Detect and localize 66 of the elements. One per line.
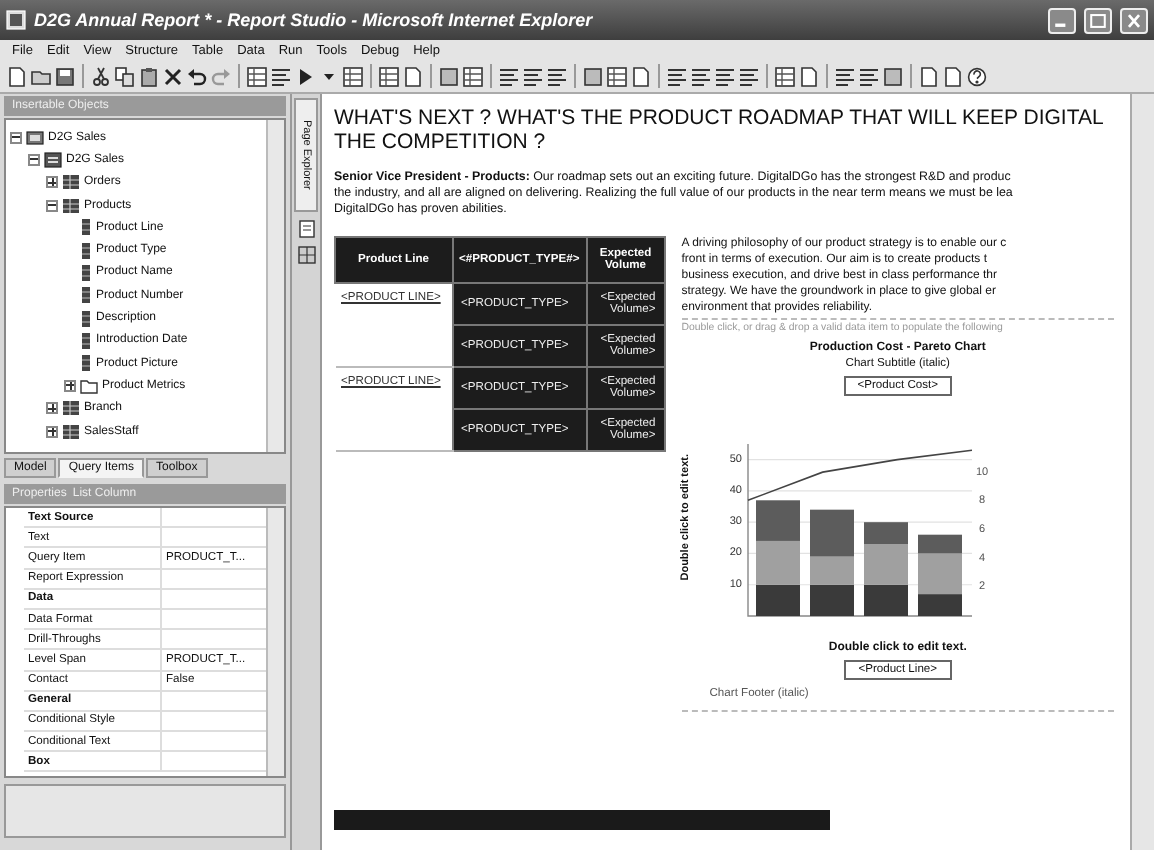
align-icon[interactable] <box>738 65 760 87</box>
document-icon[interactable] <box>918 65 940 87</box>
expand-toggle[interactable] <box>46 176 58 189</box>
column-icon <box>80 354 92 373</box>
grid-icon[interactable] <box>246 65 268 87</box>
table-icon <box>62 400 80 417</box>
column-icon <box>80 218 92 237</box>
collapse-toggle[interactable] <box>28 153 40 166</box>
report-heading: WHAT'S NEXT ? WHAT'S THE PRODUCT ROADMAP THAT WILL KEEP DIGITAL THE COMPETITION ? <box>334 106 1106 154</box>
document-icon[interactable] <box>942 65 964 87</box>
scissors-icon[interactable] <box>90 65 112 87</box>
grid-icon[interactable] <box>378 65 400 87</box>
package-icon <box>26 129 44 146</box>
scrollbar[interactable] <box>1130 94 1154 850</box>
delete-icon[interactable] <box>162 65 184 87</box>
square-icon[interactable] <box>582 65 604 87</box>
play-icon[interactable] <box>294 65 316 87</box>
grid-icon[interactable] <box>297 246 315 264</box>
document-icon[interactable] <box>6 65 28 87</box>
square-icon[interactable] <box>882 65 904 87</box>
clipboard-icon[interactable] <box>138 65 160 87</box>
column-icon <box>80 331 92 350</box>
align-icon[interactable] <box>690 65 712 87</box>
grid-icon[interactable] <box>462 65 484 87</box>
document-icon[interactable] <box>630 65 652 87</box>
undo-icon[interactable] <box>186 65 208 87</box>
square-icon[interactable] <box>438 65 460 87</box>
align-icon[interactable] <box>522 65 544 87</box>
align-icon[interactable] <box>834 65 856 87</box>
align-icon[interactable] <box>546 65 568 87</box>
align-icon[interactable] <box>714 65 736 87</box>
page-icon[interactable] <box>297 220 315 238</box>
minimize-button[interactable] <box>1048 7 1076 33</box>
folder-icon[interactable] <box>30 65 52 87</box>
copy-icon[interactable] <box>114 65 136 87</box>
align-icon[interactable] <box>498 65 520 87</box>
scrollbar[interactable] <box>266 120 284 452</box>
close-button[interactable] <box>1120 7 1148 33</box>
window-title: D2G Annual Report * - Report Studio - Microsoft Internet Explorer <box>34 10 595 30</box>
align-icon[interactable] <box>270 65 292 87</box>
grid-icon[interactable] <box>342 65 364 87</box>
namespace-icon <box>44 151 62 168</box>
grid-icon[interactable] <box>606 65 628 87</box>
expand-toggle[interactable] <box>46 425 58 437</box>
column-icon <box>80 286 92 305</box>
collapse-toggle[interactable] <box>10 131 22 144</box>
document-icon[interactable] <box>402 65 424 87</box>
maximize-button[interactable] <box>1084 7 1112 33</box>
save-icon[interactable] <box>54 65 76 87</box>
column-icon <box>80 309 92 328</box>
app-icon <box>6 10 26 30</box>
table-icon <box>62 197 80 214</box>
column-icon <box>80 241 92 260</box>
table-icon <box>62 174 80 191</box>
align-icon[interactable] <box>858 65 880 87</box>
collapse-toggle[interactable] <box>46 199 58 212</box>
folder-icon <box>80 377 98 394</box>
grid-icon[interactable] <box>774 65 796 87</box>
expand-toggle[interactable] <box>46 402 58 415</box>
expand-toggle[interactable] <box>64 379 76 392</box>
scrollbar[interactable] <box>266 508 284 776</box>
column-icon <box>80 263 92 282</box>
align-icon[interactable] <box>666 65 688 87</box>
document-icon[interactable] <box>798 65 820 87</box>
help-icon[interactable] <box>966 65 988 87</box>
table-icon <box>62 423 80 439</box>
